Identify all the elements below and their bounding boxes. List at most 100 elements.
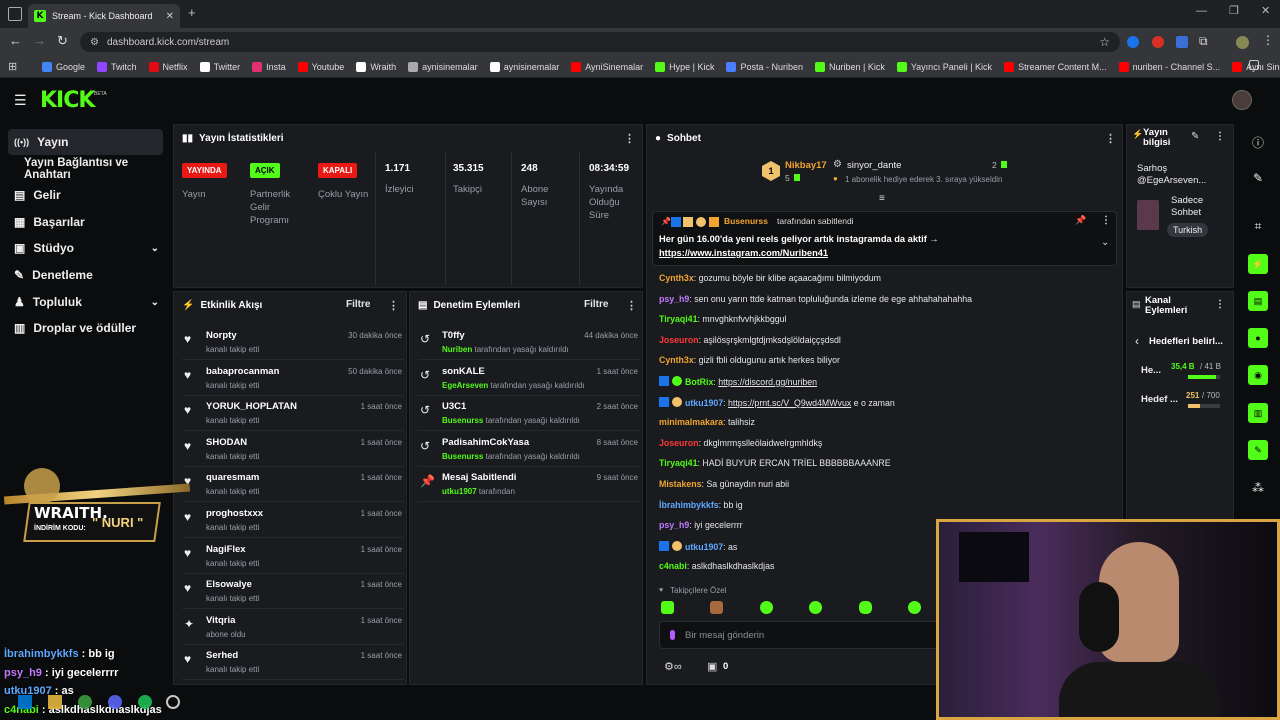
quick-action-3[interactable]: ● xyxy=(1244,324,1272,352)
moderator-name[interactable]: Nuriben xyxy=(442,345,472,354)
category-name[interactable]: Sadece Sohbet xyxy=(1171,195,1231,219)
chat-username[interactable]: Tiryaqi41 xyxy=(659,458,697,468)
sidebar-item-droplar[interactable]: ▥ Droplar ve ödüller xyxy=(8,315,163,341)
activity-user[interactable]: NagiFlex xyxy=(206,544,246,555)
chat-username[interactable]: İbrahimbykkfs xyxy=(659,500,719,510)
chevron-down-icon[interactable]: ⌄ xyxy=(1101,237,1109,248)
category-thumbnail[interactable] xyxy=(1137,200,1159,230)
moderator-name[interactable]: utku1907 xyxy=(442,487,477,496)
chat-message[interactable]: utku1907: https://prnt.sc/V_Q9wd4MWvux e… xyxy=(659,396,895,408)
chat-menu-icon[interactable]: ⋮ xyxy=(1105,132,1116,145)
chat-username[interactable]: c4nabi xyxy=(659,561,687,571)
bookmark-item[interactable]: Yayıncı Paneli | Kick xyxy=(891,61,998,72)
emote-icon[interactable] xyxy=(907,601,921,614)
emote-icon[interactable] xyxy=(759,601,773,614)
sidebar-item-stream-key[interactable]: Yayın Bağlantısı ve Anahtarı xyxy=(8,156,163,182)
site-info-icon[interactable]: ⚙ xyxy=(90,37,99,48)
bookmark-item[interactable]: Netflix xyxy=(143,61,194,72)
chat-message[interactable]: Tiryaqi41: mnvghknfvvhjkkbggul xyxy=(659,314,786,324)
activity-event[interactable]: ♥ quaresmam kanalı takip etti 1 saat önce xyxy=(182,468,404,503)
sidebar-item-basarilar[interactable]: ▦ Başarılar xyxy=(8,209,163,235)
gift-leader-user[interactable]: Nikbay17 xyxy=(785,160,827,171)
chat-username[interactable]: Cynth3x xyxy=(659,355,694,365)
tab-close-icon[interactable]: ✕ xyxy=(166,11,174,22)
pinned-link[interactable]: https://www.instagram.com/Nuriben41 xyxy=(659,248,828,258)
chat-username[interactable]: psy_h9 xyxy=(659,520,689,530)
activity-event[interactable]: ♥ Norpty kanalı takip etti 30 dakika önce xyxy=(182,326,404,360)
chat-username[interactable]: BotRix xyxy=(685,377,713,387)
extension-icon[interactable] xyxy=(1176,36,1188,48)
activity-event[interactable]: ♥ proghostxxx kanalı takip etti 1 saat önce xyxy=(182,504,404,538)
bookmark-item[interactable]: AyniSinemalar xyxy=(565,61,649,72)
store-icon[interactable]: ▣ xyxy=(707,660,717,673)
goals-back-label[interactable]: Hedefleri belirl... xyxy=(1149,336,1223,347)
bookmark-star-icon[interactable]: ☆ xyxy=(1099,35,1110,49)
bookmark-item[interactable]: Google xyxy=(36,61,91,72)
activity-user[interactable]: proghostxxx xyxy=(206,508,263,519)
activity-menu-icon[interactable]: ⋮ xyxy=(388,299,399,312)
activity-user[interactable]: Norpty xyxy=(206,330,237,341)
stream-info-menu-icon[interactable]: ⋮ xyxy=(1215,131,1225,142)
bookmark-item[interactable]: aynisinemalar xyxy=(484,61,566,72)
extension-icon[interactable] xyxy=(1152,36,1164,48)
mod-action-event[interactable]: 📌 Mesaj Sabitlendi utku1907 tarafından 9 sa… xyxy=(418,468,640,503)
chat-username[interactable]: psy_h9 xyxy=(659,294,689,304)
quick-action-2[interactable]: ▤ xyxy=(1244,287,1272,315)
activity-event[interactable]: ♥ babaprocanman kanalı takip etti 50 dakika… xyxy=(182,362,404,396)
user-avatar[interactable] xyxy=(1232,90,1252,110)
browser-menu-icon[interactable]: ⋮ xyxy=(1262,33,1274,47)
activity-user[interactable]: quaresmam xyxy=(206,472,259,483)
chat-message[interactable]: Cynth3x: gozumu böyle bir klibe açaacağı… xyxy=(659,273,881,283)
activity-event[interactable]: ♥ SHODAN kanalı takip etti 1 saat önce xyxy=(182,433,404,467)
chat-input[interactable]: Bir mesaj gönderin xyxy=(659,621,939,649)
mod-action-event[interactable]: ↺ sonKALE EgeArseven tarafından yasağı kal… xyxy=(418,362,640,396)
mod-menu-icon[interactable]: ⋮ xyxy=(626,299,637,312)
emote-icon[interactable] xyxy=(809,601,823,614)
mod-filter-button[interactable]: Filtre xyxy=(584,299,608,310)
mod-action-event[interactable]: ↺ T0ffy Nuriben tarafından yasağı kaldırıl… xyxy=(418,326,640,360)
bookmark-item[interactable]: Wraith xyxy=(350,61,402,72)
mod-action-event[interactable]: ↺ PadisahimCokYasa Busenurss tarafından ya… xyxy=(418,433,640,467)
chat-settings-icon[interactable]: ⚙∞ xyxy=(664,660,682,673)
tab-search-icon[interactable] xyxy=(8,7,22,21)
mod-target-user[interactable]: PadisahimCokYasa xyxy=(442,437,529,448)
chat-message[interactable]: psy_h9: sen onu yarın ttde katman toplul… xyxy=(659,294,972,304)
profile-avatar[interactable] xyxy=(1236,36,1249,49)
chat-message[interactable]: c4nabi: aslkdhaslkdhaslkdjas xyxy=(659,561,774,571)
sidebar-item-studyo[interactable]: ▣ Stüdyo ⌄ xyxy=(8,235,163,261)
emote-icon[interactable] xyxy=(710,601,724,614)
chat-username[interactable]: Tiryaqi41 xyxy=(659,314,697,324)
chat-username[interactable]: Joseuron xyxy=(659,438,699,448)
expand-filter-icon[interactable]: ≡ xyxy=(879,193,885,204)
chat-username[interactable]: Mistakens xyxy=(659,479,702,489)
activity-event[interactable]: ♥ Elsowalye kanalı takip etti 1 saat önce xyxy=(182,575,404,610)
chat-link[interactable]: https://discord.gg/nuriben xyxy=(718,377,817,387)
chat-message[interactable]: Mistakens: Sa günaydın nuri abii xyxy=(659,479,789,489)
maximize-icon[interactable]: ❐ xyxy=(1229,4,1239,17)
chat-message[interactable]: Joseuron: aşilösşrşkmlgtdjmksdşlöldaiççş… xyxy=(659,335,841,345)
activity-event[interactable]: ♥ YORUK_HOPLATAN kanalı takip etti 1 saat ö… xyxy=(182,397,404,432)
bookmark-item[interactable]: Nuriben | Kick xyxy=(809,61,891,72)
info-icon[interactable]: ⓘ xyxy=(1244,128,1272,156)
minimize-icon[interactable]: — xyxy=(1196,5,1207,17)
mod-target-user[interactable]: Mesaj Sabitlendi xyxy=(442,472,516,483)
activity-filter-button[interactable]: Filtre xyxy=(346,299,370,310)
bookmark-item[interactable]: Hype | Kick xyxy=(649,61,720,72)
pinned-by-user[interactable]: Busenurss xyxy=(724,216,768,226)
bookmark-item[interactable]: Twitter xyxy=(194,61,247,72)
apps-grid-icon[interactable]: ⊞ xyxy=(8,60,17,73)
activity-event[interactable]: ♥ Serhed kanalı takip etti 1 saat önce xyxy=(182,646,404,681)
sidebar-item-topluluk[interactable]: ♟ Topluluk ⌄ xyxy=(8,289,163,315)
activity-user[interactable]: Serhed xyxy=(206,650,238,661)
sidebar-item-gelir[interactable]: ▤ Gelir xyxy=(8,182,163,208)
window-close-icon[interactable]: ✕ xyxy=(1261,4,1270,17)
activity-user[interactable]: babaprocanman xyxy=(206,366,279,377)
bookmark-item[interactable]: Twitch xyxy=(91,61,143,72)
bookmark-item[interactable]: nuriben - Channel S... xyxy=(1113,61,1227,72)
unpin-icon[interactable]: 📌 xyxy=(1075,215,1086,226)
bookmark-item[interactable]: Posta - Nuriben xyxy=(720,61,809,72)
moderator-name[interactable]: EgeArseven xyxy=(442,381,488,390)
browser-tab[interactable]: K Stream - Kick Dashboard ✕ xyxy=(28,4,180,28)
chat-username[interactable]: minimalmakara xyxy=(659,417,723,427)
pinned-menu-icon[interactable]: ⋮ xyxy=(1101,215,1111,226)
